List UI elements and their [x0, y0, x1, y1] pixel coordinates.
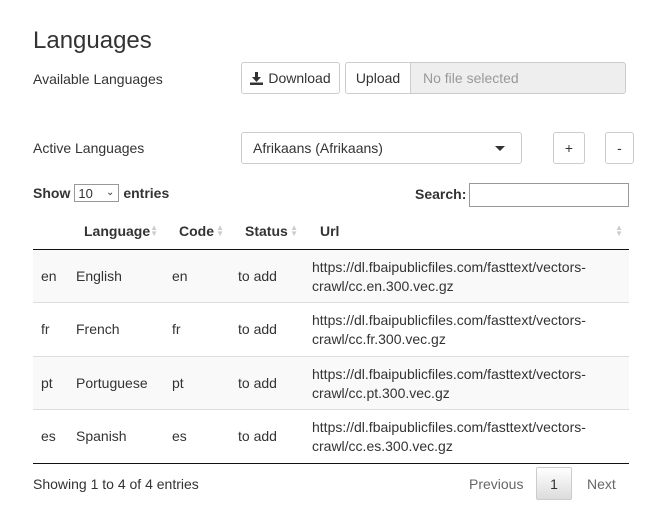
table-row[interactable]: fr French fr to add https://dl.fbaipubli…	[33, 303, 629, 356]
file-upload-group[interactable]: Upload No file selected	[345, 62, 626, 94]
pagination-next: Next	[587, 467, 616, 500]
cell-url: https://dl.fbaipublicfiles.com/fasttext/…	[312, 419, 586, 455]
table-info: Showing 1 to 4 of 4 entries	[33, 476, 199, 492]
column-header-language[interactable]: Language ▲ ▼	[68, 213, 164, 250]
page-1-button[interactable]: 1	[536, 467, 572, 500]
cell-language: English	[76, 267, 122, 284]
entries-label: entries	[123, 185, 170, 201]
download-label: Download	[268, 70, 331, 86]
cell-status: to add	[238, 428, 277, 445]
column-header-id	[33, 213, 68, 250]
cell-code: pt	[172, 374, 184, 391]
cell-language: Portuguese	[76, 374, 148, 391]
language-select[interactable]: Afrikaans (Afrikaans)	[241, 132, 522, 164]
search-label: Search:	[415, 186, 467, 202]
table-header-row: Language ▲ ▼ Code ▲ ▼ Status ▲ ▼ Url ▲ ▼	[33, 213, 629, 250]
language-select-value: Afrikaans (Afrikaans)	[253, 140, 383, 156]
page-length-select[interactable]: 10 ⌄	[74, 184, 120, 202]
next-page-button[interactable]: Next	[587, 467, 616, 500]
active-languages-label: Active Languages	[33, 140, 145, 156]
cell-id: es	[41, 428, 56, 445]
column-header-code[interactable]: Code ▲ ▼	[164, 213, 230, 250]
search-input[interactable]	[469, 183, 629, 207]
table-row[interactable]: pt Portuguese pt to add https://dl.fbaip…	[33, 356, 629, 410]
sort-icon: ▲ ▼	[216, 223, 224, 238]
table-row[interactable]: es Spanish es to add https://dl.fbaipubl…	[33, 410, 629, 463]
page-title: Languages	[33, 27, 152, 54]
cell-id: en	[41, 267, 57, 284]
cell-url: https://dl.fbaipublicfiles.com/fasttext/…	[312, 258, 586, 294]
cell-url: https://dl.fbaipublicfiles.com/fasttext/…	[312, 365, 586, 401]
column-header-status[interactable]: Status ▲ ▼	[230, 213, 304, 250]
sort-icon: ▲ ▼	[150, 223, 158, 238]
available-languages-label: Available Languages	[33, 71, 163, 87]
cell-code: fr	[172, 321, 181, 338]
cell-id: pt	[41, 374, 53, 391]
add-language-button[interactable]: +	[553, 132, 585, 164]
previous-page-button[interactable]: Previous	[469, 467, 523, 500]
pagination-current: 1	[536, 467, 572, 500]
table-row[interactable]: en English en to add https://dl.fbaipubl…	[33, 249, 629, 303]
file-name-field[interactable]: No file selected	[411, 62, 626, 94]
caret-down-icon	[495, 146, 505, 151]
page-length-control: Show 10 ⌄ entries	[33, 184, 169, 202]
page-length-value: 10	[78, 185, 93, 201]
pagination: Previous	[469, 467, 523, 500]
chevron-down-icon: ⌄	[105, 187, 115, 198]
download-button[interactable]: Download	[241, 62, 340, 94]
cell-code: es	[172, 428, 187, 445]
languages-table: Language ▲ ▼ Code ▲ ▼ Status ▲ ▼ Url ▲ ▼ en Engl…	[33, 213, 629, 464]
remove-language-button[interactable]: -	[605, 132, 634, 164]
cell-status: to add	[238, 374, 277, 391]
cell-code: en	[172, 267, 188, 284]
cell-status: to add	[238, 321, 277, 338]
sort-icon: ▲ ▼	[615, 223, 623, 238]
cell-status: to add	[238, 267, 277, 284]
cell-language: Spanish	[76, 428, 127, 445]
cell-language: French	[76, 321, 120, 338]
upload-button[interactable]: Upload	[345, 62, 411, 94]
show-label: Show	[33, 185, 71, 201]
cell-id: fr	[41, 321, 50, 338]
download-icon	[250, 71, 264, 85]
sort-icon: ▲ ▼	[290, 223, 298, 238]
cell-url: https://dl.fbaipublicfiles.com/fasttext/…	[312, 312, 586, 348]
column-header-url[interactable]: Url ▲ ▼	[304, 213, 629, 250]
